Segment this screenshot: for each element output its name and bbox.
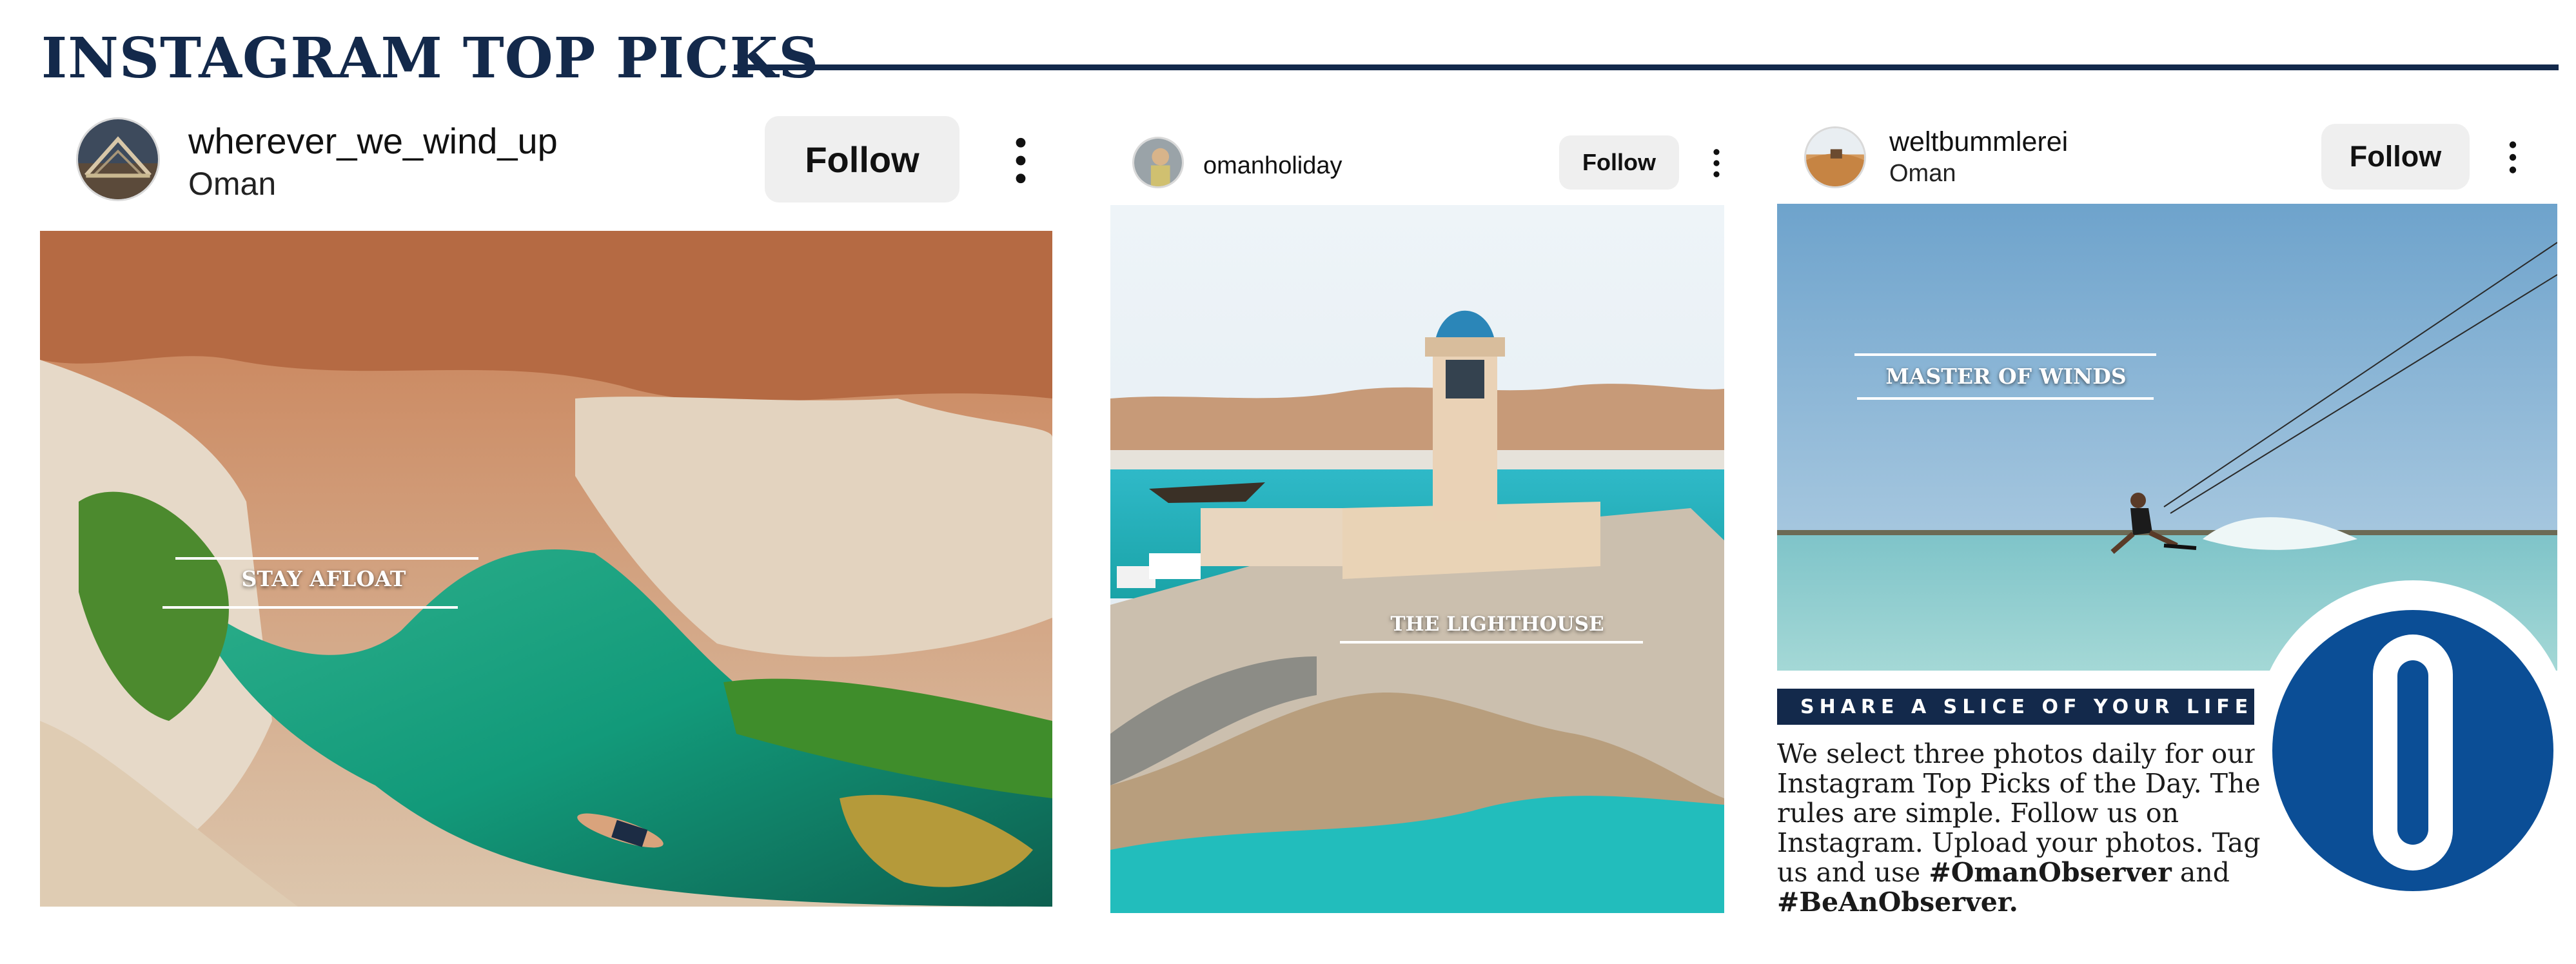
photo-caption: MASTER OF WINDS [1885, 364, 2127, 389]
bridge-avatar-icon [78, 119, 158, 199]
post-location[interactable]: Oman [188, 165, 276, 202]
post-username[interactable]: omanholiday [1203, 152, 1342, 180]
follow-button[interactable]: Follow [2321, 124, 2470, 190]
lighthouse-image [1110, 205, 1724, 913]
post-photo-wadi[interactable]: STAY AFLOAT [40, 231, 1052, 907]
follow-button[interactable]: Follow [765, 116, 959, 202]
avatar[interactable] [76, 117, 160, 201]
page-title: INSTAGRAM TOP PICKS [41, 26, 820, 91]
caption-rule-top [175, 557, 478, 560]
person-avatar-icon [1134, 139, 1182, 186]
more-vertical-icon[interactable] [1711, 148, 1722, 178]
desert-avatar-icon [1806, 128, 1864, 186]
caption-rule-top [1854, 353, 2156, 356]
more-vertical-icon[interactable] [1014, 137, 1028, 184]
observer-logo-icon [2254, 580, 2571, 898]
headline-rule [734, 64, 2559, 70]
post-location[interactable]: Oman [1889, 160, 1956, 188]
share-text-and: and [2171, 857, 2230, 888]
follow-button[interactable]: Follow [1559, 135, 1679, 190]
avatar[interactable] [1804, 126, 1866, 188]
post-username[interactable]: weltbummlerei [1889, 126, 2068, 158]
share-description: We select three photos daily for our Ins… [1777, 739, 2293, 917]
photo-caption: THE LIGHTHOUSE [1390, 613, 1604, 636]
hashtag-beanobserver: #BeAnObserver. [1777, 887, 2018, 918]
post-photo-lighthouse[interactable]: THE LIGHTHOUSE [1110, 205, 1724, 913]
post-username[interactable]: wherever_we_wind_up [188, 120, 558, 162]
caption-rule-bottom [162, 606, 458, 609]
more-vertical-icon[interactable] [2507, 141, 2519, 174]
avatar[interactable] [1132, 137, 1184, 188]
caption-rule-bottom [1857, 397, 2154, 400]
caption-rule-bottom [1340, 641, 1643, 644]
hashtag-omanobserver: #OmanObserver [1929, 857, 2172, 888]
share-banner: SHARE A SLICE OF YOUR LIFE [1777, 689, 2254, 725]
photo-caption: STAY AFLOAT [241, 566, 406, 591]
observer-o-logo [2252, 578, 2574, 900]
